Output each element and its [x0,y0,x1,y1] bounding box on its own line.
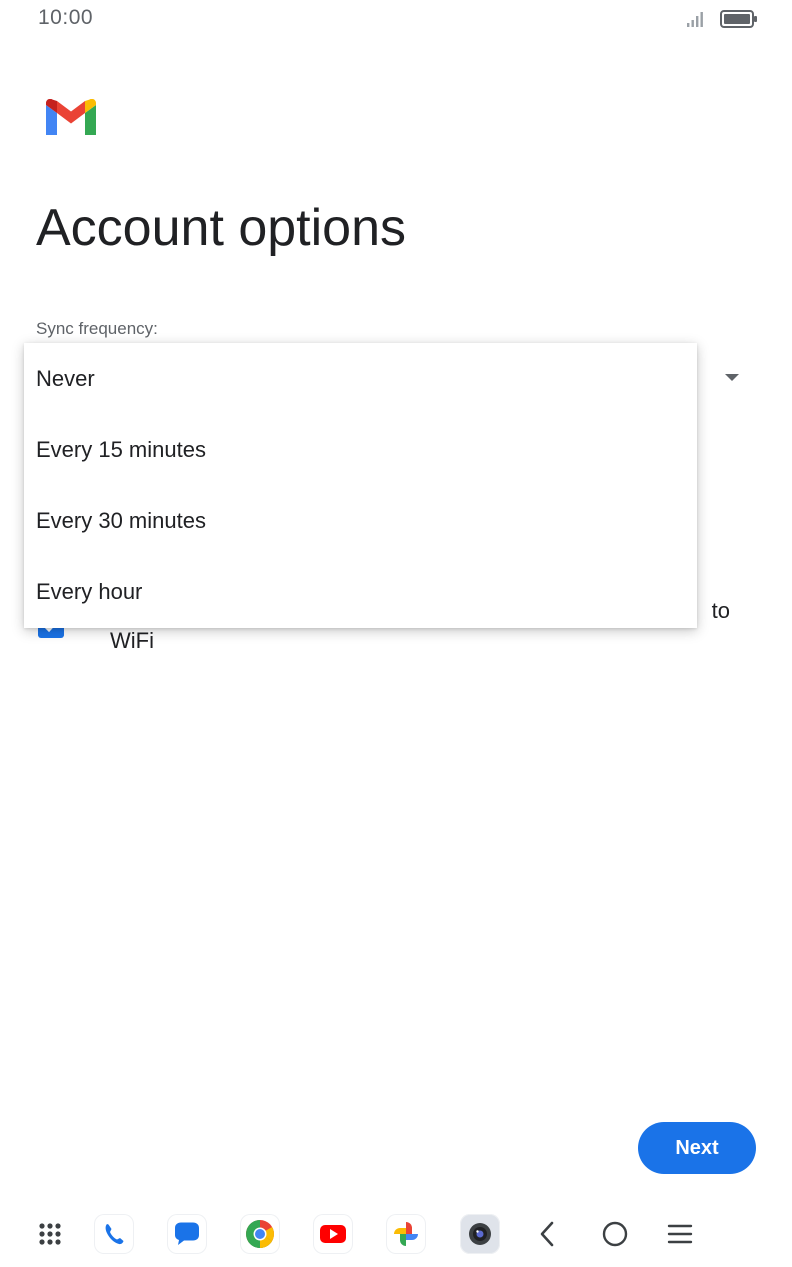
option-every-15-minutes[interactable]: Every 15 minutes [24,414,697,485]
page-title: Account options [36,199,407,257]
status-time: 10:00 [38,6,94,29]
camera-icon [469,1223,491,1245]
camera-app[interactable] [460,1214,500,1254]
phone-app[interactable] [94,1214,134,1254]
youtube-app[interactable] [313,1214,353,1254]
apps-grid-icon[interactable] [30,1214,70,1254]
option-every-30-minutes[interactable]: Every 30 minutes [24,485,697,556]
navigation-bar [0,1200,792,1267]
home-icon[interactable] [595,1214,635,1254]
sync-frequency-label: Sync frequency: [36,319,158,338]
messages-icon [175,1222,199,1245]
gmail-logo [46,99,96,135]
signal-icon [687,12,703,27]
option-every-hour[interactable]: Every hour [24,556,697,627]
messages-app[interactable] [167,1214,207,1254]
recents-icon[interactable] [660,1214,700,1254]
sync-frequency-dropdown: Never Every 15 minutes Every 30 minutes … [24,343,697,628]
chrome-icon [246,1220,274,1248]
back-icon[interactable] [528,1214,568,1254]
next-button[interactable]: Next [638,1122,756,1174]
option-never[interactable]: Never [24,343,697,414]
youtube-icon [320,1225,346,1243]
battery-icon [720,10,757,28]
chrome-app[interactable] [240,1214,280,1254]
phone-icon [105,1224,124,1245]
status-bar: 10:00 [0,0,792,40]
wifi-label-line2: WiFi [110,628,154,653]
chevron-down-icon[interactable] [725,374,739,381]
photos-icon [394,1222,418,1246]
photos-app[interactable] [386,1214,426,1254]
